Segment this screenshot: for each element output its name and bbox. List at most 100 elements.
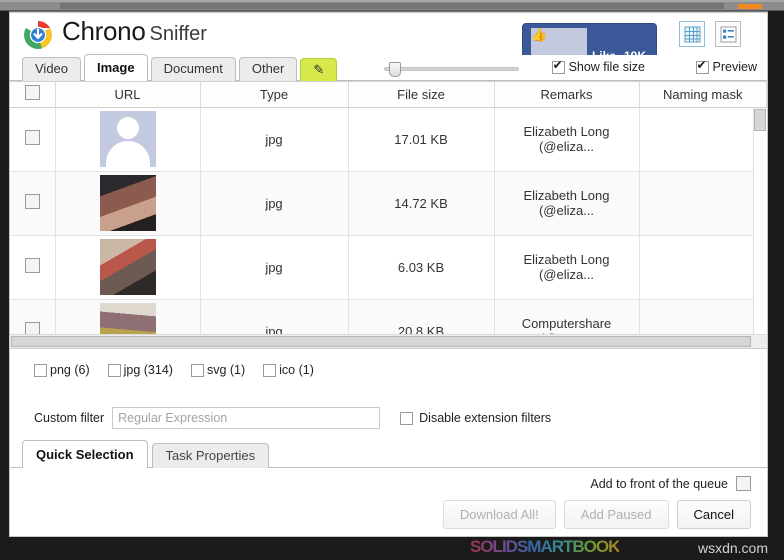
table-header-row: URL Type File size Remarks Naming mask [10, 82, 767, 108]
column-header-file-size[interactable]: File size [348, 82, 495, 108]
horizontal-scroll-thumb[interactable] [11, 336, 751, 347]
bottom-tab-bar: Quick Selection Task Properties [10, 440, 767, 468]
row-file-size: 17.01 KB [348, 107, 495, 172]
tab-image[interactable]: Image [84, 53, 148, 81]
table-horizontal-scrollbar[interactable] [10, 334, 767, 348]
watermark-right: wsxdn.com [697, 540, 768, 556]
screenshot-root: ChronoSniffer 👍 Like 19K [0, 0, 784, 560]
brand-primary: Chrono [62, 16, 146, 46]
tab-other[interactable]: Other [238, 56, 298, 81]
table-row[interactable]: jpg 6.03 KB Elizabeth Long (@eliza... [10, 235, 767, 300]
row-naming-mask[interactable] [639, 235, 767, 300]
extension-filter-svg[interactable]: svg (1) [190, 363, 246, 377]
pencil-icon: ✎ [313, 61, 325, 77]
jpg-checkbox[interactable] [107, 363, 121, 377]
table-row[interactable]: jpg 17.01 KB Elizabeth Long (@eliza... [10, 107, 767, 172]
grid-view-button[interactable] [679, 21, 705, 47]
preview-label: Preview [712, 60, 757, 74]
grid-view-icon [684, 26, 700, 42]
title-bar-fill [60, 3, 724, 9]
row-thumbnail-cell [55, 107, 201, 172]
category-tabs: Video Image Document Other ✎ [22, 53, 338, 81]
row-select-cell[interactable] [10, 171, 56, 236]
tab-quick-selection[interactable]: Quick Selection [22, 440, 148, 468]
column-header-remarks[interactable]: Remarks [494, 82, 640, 108]
chrono-sniffer-window: ChronoSniffer 👍 Like 19K [9, 12, 768, 537]
extension-filter-png[interactable]: png (6) [34, 363, 90, 377]
show-file-size-checkbox[interactable] [551, 59, 565, 74]
window-frame-bottom [0, 534, 784, 560]
custom-filter-input[interactable] [112, 407, 381, 429]
show-file-size-label: Show file size [568, 60, 645, 74]
show-file-size-toggle[interactable]: Show file size [551, 59, 645, 74]
ico-checkbox[interactable] [263, 363, 277, 377]
man-headset-thumbnail [99, 239, 156, 295]
add-paused-button[interactable]: Add Paused [563, 500, 669, 529]
preview-toggle[interactable]: Preview [695, 59, 757, 74]
row-thumbnail-cell [55, 235, 201, 300]
thumbnail-size-slider[interactable] [384, 62, 519, 77]
svg-label: svg (1) [206, 363, 246, 377]
jpg-label: jpg (314) [123, 363, 173, 377]
app-header: ChronoSniffer 👍 Like 19K [10, 13, 767, 89]
category-tab-bar: Video Image Document Other ✎ Show file s… [10, 53, 767, 81]
disable-extension-filters-checkbox[interactable] [400, 411, 414, 425]
tab-document[interactable]: Document [150, 56, 236, 81]
select-all-header[interactable] [10, 82, 56, 108]
table-row[interactable]: jpg 14.72 KB Elizabeth Long (@eliza... [10, 171, 767, 236]
tab-edit[interactable]: ✎ [300, 57, 338, 81]
table-vertical-scrollbar[interactable] [753, 108, 767, 334]
tab-task-properties[interactable]: Task Properties [151, 443, 270, 468]
row-select-cell[interactable] [10, 235, 56, 300]
svg-checkbox[interactable] [190, 363, 204, 377]
row-type: jpg [200, 171, 349, 236]
tab-video[interactable]: Video [22, 56, 82, 81]
chrome-download-logo-icon [22, 19, 54, 51]
slider-handle[interactable] [389, 62, 401, 77]
list-view-button[interactable] [715, 21, 741, 47]
results-table-container: URL Type File size Remarks Naming mask j… [10, 81, 767, 348]
png-label: png (6) [50, 363, 90, 377]
window-frame-left [0, 11, 9, 560]
avatar-placeholder-thumbnail [99, 111, 156, 167]
column-header-naming-mask[interactable]: Naming mask [639, 82, 767, 108]
action-buttons: Download All! Add Paused Cancel [442, 500, 751, 529]
column-header-type[interactable]: Type [200, 82, 349, 108]
column-header-url[interactable]: URL [55, 82, 201, 108]
row-naming-mask[interactable] [639, 171, 767, 236]
row-type: jpg [200, 235, 349, 300]
select-all-checkbox[interactable] [24, 85, 40, 101]
row-checkbox[interactable] [24, 130, 40, 145]
bottom-tabs: Quick Selection Task Properties [22, 440, 270, 468]
row-remarks: Elizabeth Long (@eliza... [494, 171, 640, 236]
extension-filter-ico[interactable]: ico (1) [263, 363, 314, 377]
row-naming-mask[interactable] [639, 107, 767, 172]
add-to-front-of-queue-label: Add to front of the queue [590, 476, 728, 491]
download-all-button[interactable]: Download All! [442, 500, 556, 529]
disable-extension-filters-toggle[interactable]: Disable extension filters [400, 411, 551, 425]
row-thumbnail-cell [55, 171, 201, 236]
disable-extension-filters-label: Disable extension filters [419, 411, 552, 425]
add-to-front-of-queue-toggle[interactable]: Add to front of the queue [590, 476, 751, 491]
row-remarks: Elizabeth Long (@eliza... [494, 235, 640, 300]
slider-track [384, 67, 519, 71]
os-title-bar [0, 0, 784, 11]
row-checkbox[interactable] [24, 194, 40, 209]
row-select-cell[interactable] [10, 107, 56, 172]
row-type: jpg [200, 107, 349, 172]
app-title: Chrono Sniffer [62, 16, 207, 47]
row-remarks: Elizabeth Long (@eliza... [494, 107, 640, 172]
row-file-size: 14.72 KB [348, 171, 495, 236]
extension-filter-jpg[interactable]: jpg (314) [107, 363, 173, 377]
cancel-button[interactable]: Cancel [676, 500, 751, 529]
preview-checkbox[interactable] [695, 59, 709, 74]
add-to-front-of-queue-checkbox[interactable] [736, 476, 751, 491]
row-checkbox[interactable] [24, 258, 40, 273]
custom-filter-label: Custom filter [34, 411, 105, 425]
png-checkbox[interactable] [34, 363, 47, 377]
vertical-scroll-thumb[interactable] [754, 109, 766, 131]
window-frame-right [768, 11, 784, 560]
results-table: URL Type File size Remarks Naming mask j… [10, 82, 767, 348]
filters-panel: png (6) jpg (314) svg (1) ico (1) Custom… [10, 348, 767, 440]
extension-filter-row: png (6) jpg (314) svg (1) ico (1) [34, 363, 753, 377]
